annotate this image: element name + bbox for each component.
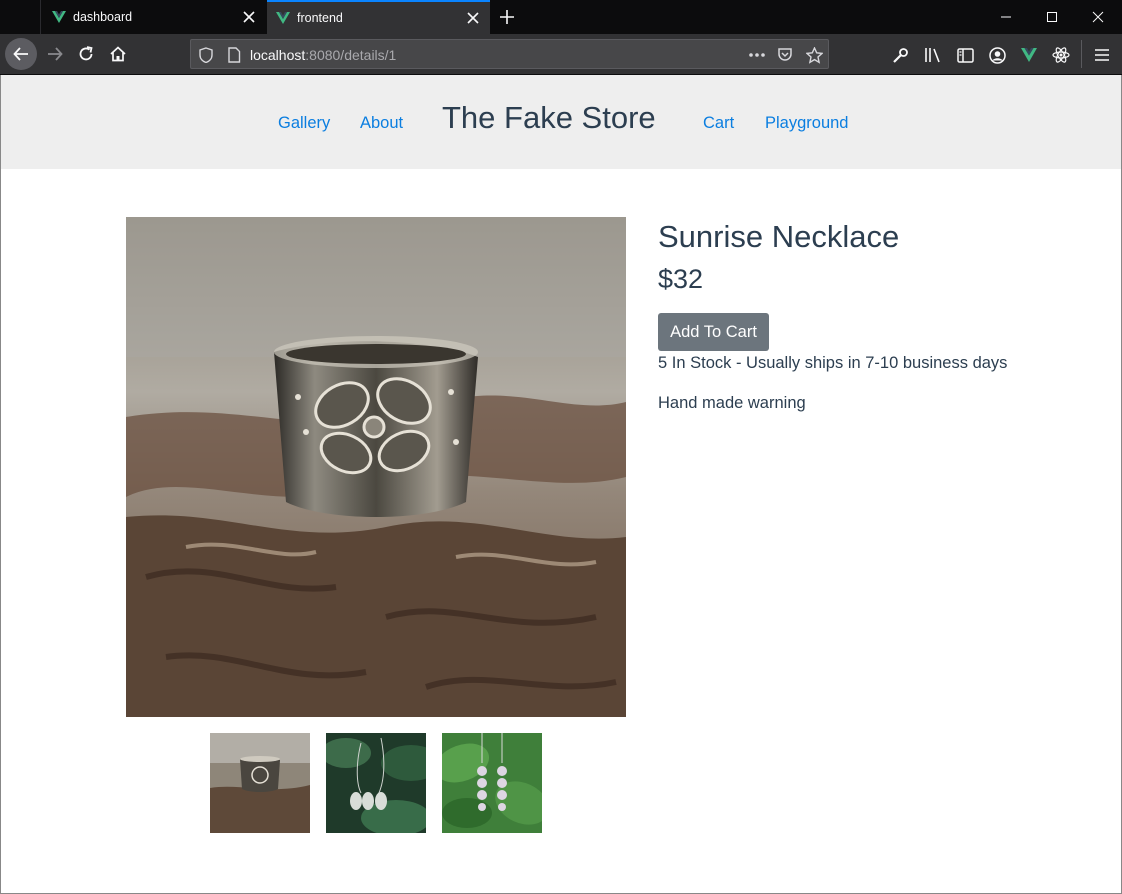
page-content: Gallery About The Fake Store Cart Playgr… [0, 75, 1122, 894]
react-devtools-icon[interactable] [1051, 45, 1071, 65]
account-icon[interactable] [987, 45, 1007, 65]
page-actions-icon[interactable] [748, 46, 766, 64]
nav-about-link[interactable]: About [360, 114, 403, 133]
add-to-cart-button[interactable]: Add To Cart [658, 313, 769, 351]
address-bar[interactable]: localhost:8080/details/1 [190, 39, 829, 69]
browser-titlebar: dashboard frontend [0, 0, 1122, 34]
product-title: Sunrise Necklace [658, 219, 900, 254]
product-description: Hand made warning [658, 394, 806, 412]
vue-devtools-icon[interactable] [1019, 45, 1039, 65]
page-info-icon[interactable] [225, 46, 243, 64]
library-icon[interactable] [923, 45, 943, 65]
product-thumbnail-ring[interactable] [210, 733, 310, 833]
product-main-image [126, 217, 626, 717]
reload-icon[interactable] [70, 38, 102, 70]
close-tab-icon[interactable] [241, 9, 257, 25]
product-thumbnail-earrings-hanging[interactable] [326, 733, 426, 833]
maximize-icon[interactable] [1042, 7, 1062, 27]
nav-cart-link[interactable]: Cart [703, 114, 734, 133]
pocket-icon[interactable] [776, 46, 794, 64]
site-header: Gallery About The Fake Store Cart Playgr… [1, 75, 1121, 169]
minimize-icon[interactable] [996, 7, 1016, 27]
vue-logo-icon [52, 11, 66, 23]
menu-icon[interactable] [1092, 45, 1112, 65]
browser-toolbar: localhost:8080/details/1 [0, 34, 1122, 75]
bookmark-star-icon[interactable] [805, 46, 823, 64]
nav-gallery-link[interactable]: Gallery [278, 114, 330, 133]
toolbar-separator [1081, 40, 1082, 68]
tab-frontend[interactable]: frontend [267, 0, 490, 34]
stock-status: 5 In Stock - Usually ships in 7-10 busin… [658, 354, 1008, 372]
home-icon[interactable] [102, 38, 134, 70]
forward-icon[interactable] [39, 38, 71, 70]
tab-dashboard[interactable]: dashboard [40, 0, 266, 34]
vue-logo-icon [276, 12, 290, 24]
product-thumbnail-earrings-leaves[interactable] [442, 733, 542, 833]
back-icon[interactable] [5, 38, 37, 70]
close-window-icon[interactable] [1088, 7, 1108, 27]
new-tab-icon[interactable] [497, 7, 517, 27]
close-tab-icon[interactable] [465, 10, 481, 26]
sidebar-icon[interactable] [955, 45, 975, 65]
tab-label: dashboard [73, 10, 133, 24]
nav-playground-link[interactable]: Playground [765, 114, 848, 133]
product-price: $32 [658, 264, 704, 294]
url-text[interactable]: localhost:8080/details/1 [250, 47, 396, 63]
shield-icon[interactable] [197, 46, 215, 64]
tab-label: frontend [297, 11, 343, 25]
site-brand-title[interactable]: The Fake Store [442, 100, 656, 136]
wrench-icon[interactable] [890, 45, 910, 65]
